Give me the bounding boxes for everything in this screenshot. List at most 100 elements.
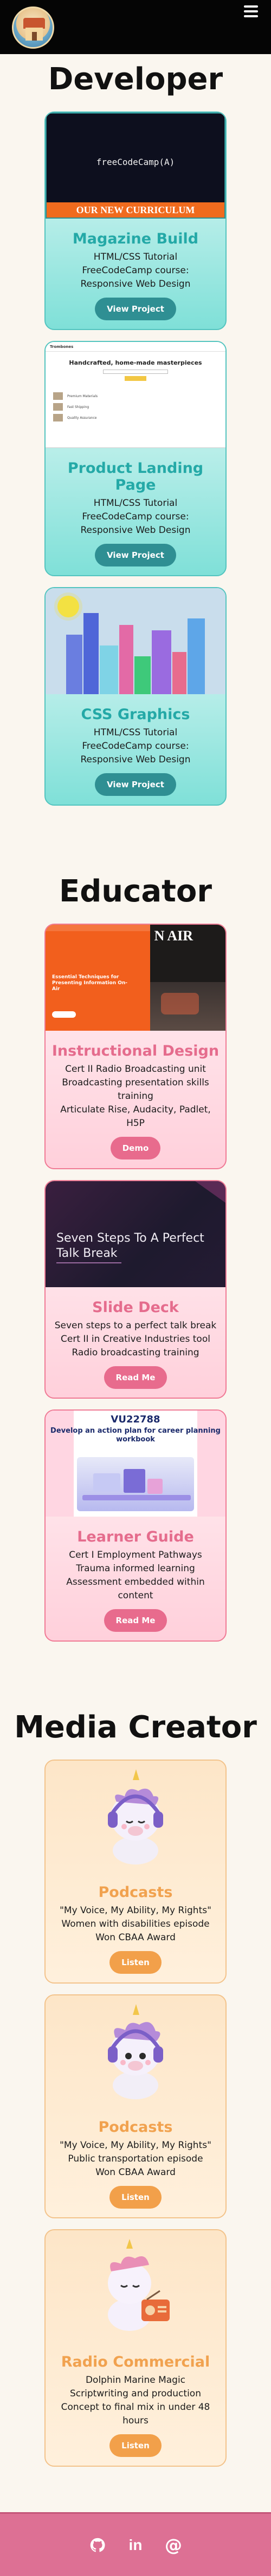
listen-button[interactable]: Listen	[109, 2434, 162, 2457]
unicorn-headphones-icon	[46, 1995, 225, 2107]
card-body: Podcasts "My Voice, My Ability, My Right…	[46, 1872, 225, 1982]
hamburger-menu-icon[interactable]	[244, 5, 258, 17]
card-line: HTML/CSS Tutorial	[93, 498, 178, 509]
card-body: Podcasts "My Voice, My Ability, My Right…	[46, 2107, 225, 2217]
card-title: Instructional Design	[51, 1043, 220, 1059]
unicorn-headphones-icon	[46, 1761, 225, 1872]
thumb-code: VU22788	[111, 1414, 160, 1425]
card-line: FreeCodeCamp course:	[82, 511, 189, 522]
workbook-scene	[77, 1457, 194, 1511]
card-line: Assessment embedded within content	[66, 1577, 205, 1601]
card-body: Slide Deck Seven steps to a perfect talk…	[46, 1287, 225, 1398]
card-body: Instructional Design Cert II Radio Broad…	[46, 1031, 225, 1168]
card-body: Radio Commercial Dolphin Marine Magic Sc…	[46, 2342, 225, 2466]
card-line: Women with disabilities episode	[61, 1919, 210, 1929]
thumb-text: Essential Techniques for Presenting Info…	[52, 974, 128, 992]
card-line: Cert II Radio Broadcasting unit	[65, 1064, 206, 1075]
learner-guide-thumbnail: VU22788 Develop an action plan for caree…	[46, 1411, 225, 1517]
thumb-big-text: N AIR	[154, 928, 193, 944]
slide-deck-thumbnail: Seven Steps To A Perfect Talk Break	[46, 1181, 225, 1287]
thumb-cta	[125, 376, 146, 381]
card-title: Radio Commercial	[61, 2354, 210, 2370]
email-at-icon[interactable]: @	[164, 2535, 183, 2555]
card-line: HTML/CSS Tutorial	[93, 252, 178, 262]
card-title: Slide Deck	[92, 1299, 179, 1316]
podcast-card: Podcasts "My Voice, My Ability, My Right…	[44, 1760, 227, 1984]
card-line: FreeCodeCamp course:	[82, 265, 189, 276]
view-project-button[interactable]: View Project	[95, 544, 176, 566]
card-line: Concept to final mix in under 48 hours	[61, 2402, 210, 2426]
card-line: Won CBAA Award	[95, 2167, 176, 2178]
thumb-feature: Quality Assurance	[46, 412, 225, 423]
card-line: Responsive Web Design	[80, 525, 191, 536]
unicorn-radio-icon	[46, 2230, 225, 2342]
thumb-nav-brand: Trombones	[50, 344, 74, 349]
card-line: Won CBAA Award	[95, 1932, 176, 1943]
card-line: Broadcasting presentation skills trainin…	[62, 1077, 209, 1102]
card-line: Public transportation episode	[68, 2153, 203, 2164]
instructional-thumbnail: Essential Techniques for Presenting Info…	[46, 925, 225, 1031]
magazine-thumbnail: freeCodeCamp(A) OUR NEW CURRICULUM	[46, 113, 225, 219]
card-body: Learner Guide Cert I Employment Pathways…	[46, 1517, 225, 1641]
css-graphics-thumbnail	[46, 588, 225, 694]
sun-icon	[57, 596, 79, 617]
card-body: Product Landing Page HTML/CSS Tutorial F…	[46, 448, 225, 575]
card-line: "My Voice, My Ability, My Rights"	[60, 1905, 211, 1916]
card-line: FreeCodeCamp course:	[82, 741, 189, 752]
demo-button[interactable]: Demo	[110, 1137, 161, 1159]
card-line: Responsive Web Design	[80, 279, 191, 289]
card-title: Product Landing Page	[67, 460, 204, 493]
card-body: Magazine Build HTML/CSS Tutorial FreeCod…	[46, 219, 225, 329]
educator-heading: Educator	[59, 874, 212, 909]
read-me-button[interactable]: Read Me	[104, 1609, 167, 1632]
media-section: Media Creator Podcasts "My Voice, My Abi…	[0, 1707, 271, 2467]
card-line: Scriptwriting and production	[70, 2388, 201, 2399]
thumb-field	[103, 370, 168, 374]
card-line: HTML/CSS Tutorial	[93, 727, 178, 738]
card-title: Podcasts	[98, 2119, 173, 2136]
slide-deck-card: Seven Steps To A Perfect Talk Break Slid…	[44, 1180, 227, 1399]
css-graphics-card: CSS Graphics HTML/CSS Tutorial FreeCodeC…	[44, 587, 227, 806]
card-line: Responsive Web Design	[80, 754, 191, 765]
card-title: Podcasts	[98, 1884, 173, 1901]
thumb-feature: Fast Shipping	[46, 401, 225, 412]
card-line: Trauma informed learning	[76, 1563, 195, 1574]
card-line: Seven steps to a perfect talk break	[54, 1320, 217, 1331]
thumb-nav: Trombones	[46, 342, 225, 352]
card-title: Magazine Build	[72, 230, 199, 247]
thumb-mono-text: freeCodeCamp(A)	[96, 157, 175, 167]
card-body: CSS Graphics HTML/CSS Tutorial FreeCodeC…	[46, 694, 225, 805]
card-line: Dolphin Marine Magic	[85, 2375, 186, 2386]
footer: in @	[0, 2512, 271, 2576]
developer-heading: Developer	[48, 62, 223, 97]
thumb-title: Develop an action plan for career planni…	[50, 1427, 221, 1444]
top-navbar	[0, 0, 271, 54]
github-icon[interactable]	[88, 2536, 107, 2554]
product-landing-card: Trombones Handcrafted, home-made masterp…	[44, 341, 227, 576]
instructional-design-card: Essential Techniques for Presenting Info…	[44, 924, 227, 1169]
educator-section: Educator Essential Techniques for Presen…	[0, 871, 271, 1642]
card-title: Learner Guide	[77, 1529, 194, 1545]
radio-commercial-card: Radio Commercial Dolphin Marine Magic Sc…	[44, 2229, 227, 2467]
listen-button[interactable]: Listen	[109, 1951, 162, 1974]
developer-section: Developer freeCodeCamp(A) OUR NEW CURRIC…	[0, 58, 271, 806]
view-project-button[interactable]: View Project	[95, 298, 176, 320]
card-title: CSS Graphics	[81, 706, 190, 723]
media-creator-heading: Media Creator	[14, 1710, 257, 1745]
card-line: "My Voice, My Ability, My Rights"	[60, 2140, 211, 2151]
learner-guide-card: VU22788 Develop an action plan for caree…	[44, 1409, 227, 1642]
podcast-card: Podcasts "My Voice, My Ability, My Right…	[44, 1994, 227, 2218]
thumb-feature: Premium Materials	[46, 391, 225, 401]
magazine-build-card: freeCodeCamp(A) OUR NEW CURRICULUM Magaz…	[44, 111, 227, 330]
listen-button[interactable]: Listen	[109, 2186, 162, 2209]
read-me-button[interactable]: Read Me	[104, 1366, 167, 1389]
thumb-hero: Handcrafted, home-made masterpieces	[69, 359, 202, 366]
linkedin-icon[interactable]: in	[126, 2536, 145, 2554]
house-logo-icon[interactable]	[12, 6, 54, 49]
view-project-button[interactable]: View Project	[95, 773, 176, 796]
card-line: Cert I Employment Pathways	[69, 1550, 202, 1560]
card-line: Cert II in Creative Industries tool	[61, 1334, 210, 1345]
card-line: Radio broadcasting training	[72, 1347, 199, 1358]
thumb-text: Seven Steps To A Perfect Talk Break	[56, 1231, 204, 1260]
landing-thumbnail: Trombones Handcrafted, home-made masterp…	[46, 342, 225, 448]
